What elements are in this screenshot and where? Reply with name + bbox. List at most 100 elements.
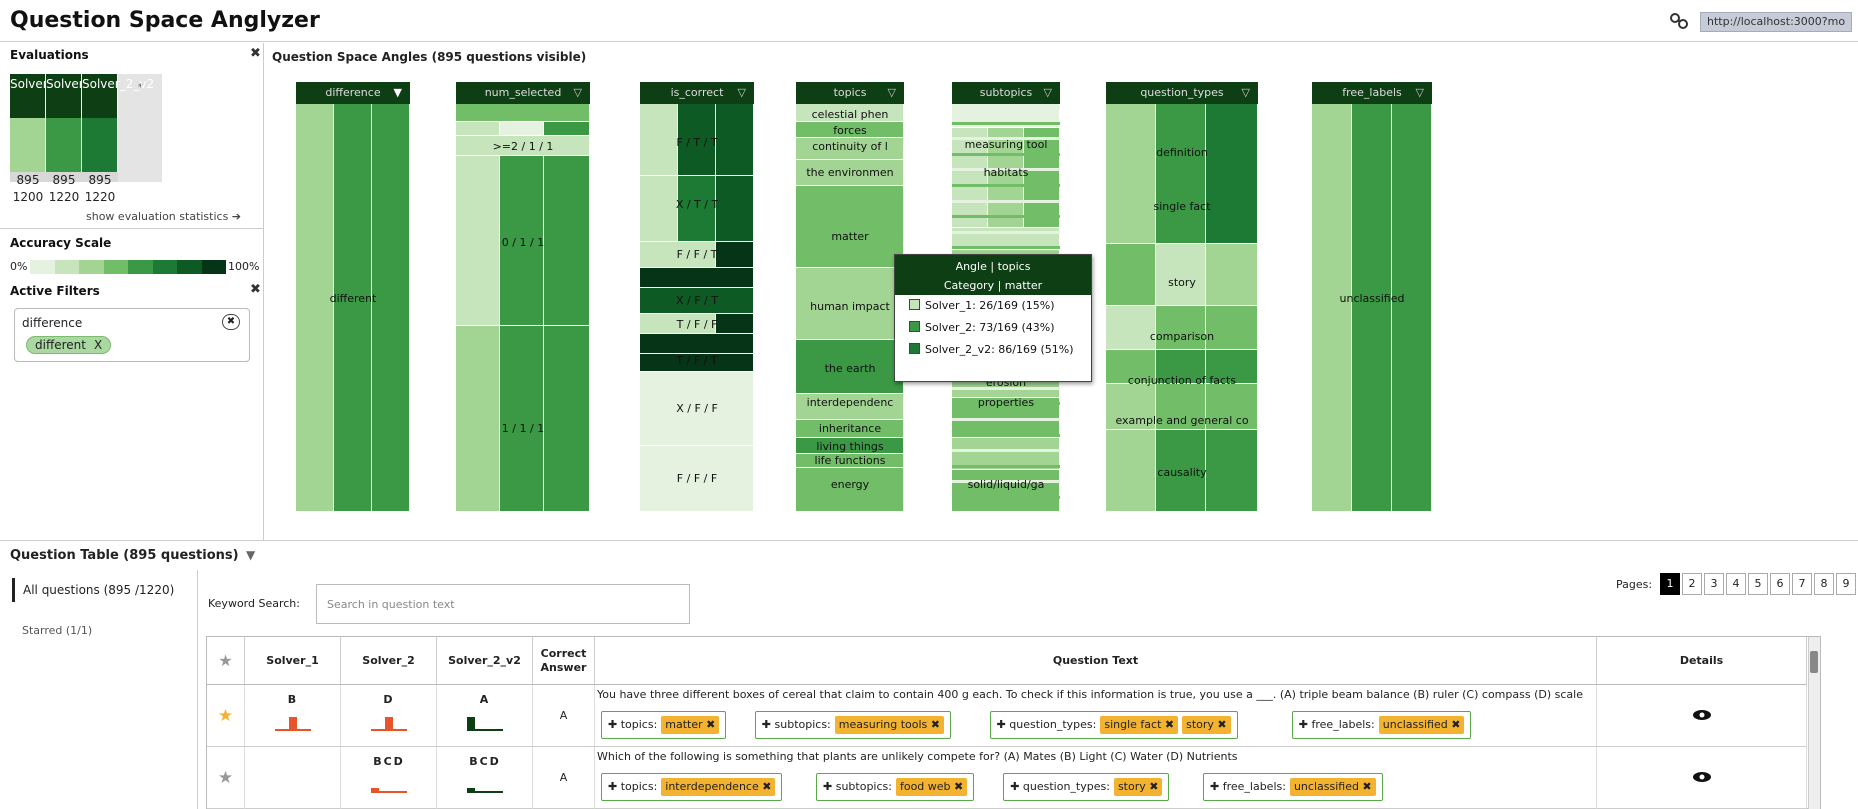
page-button[interactable]: 4 (1726, 573, 1746, 595)
filter-funnel-icon[interactable]: ▼ (394, 82, 402, 104)
filter-funnel-icon[interactable]: ▽ (1416, 82, 1424, 104)
evaluation-column[interactable]: Solver_2 895 1220 (46, 74, 97, 206)
tag-chip[interactable]: story ✖ (1182, 716, 1231, 734)
angle-cell[interactable] (1156, 104, 1206, 244)
angle-cell[interactable] (1156, 306, 1206, 350)
tag-group-add-button[interactable]: ✚ topics: (608, 718, 657, 731)
tag-chip[interactable]: unclassified ✖ (1289, 778, 1376, 796)
correct-answer-column-header[interactable]: Correct Answer (533, 637, 595, 685)
angle-column-header[interactable]: is_correct ▽ (640, 82, 754, 104)
angle-cell[interactable] (1106, 244, 1156, 306)
star-column-header[interactable]: ★ (207, 637, 245, 685)
angle-column[interactable]: num_selected ▽ >=2 / 1 / 1 0 / 1 / 1 1 / 1 /… (456, 82, 590, 512)
solver2v2-column-header[interactable]: Solver_2_v2 (437, 637, 533, 685)
angle-cell[interactable] (372, 104, 410, 512)
angle-column-header[interactable]: free_labels ▽ (1312, 82, 1432, 104)
page-button[interactable]: 8 (1814, 573, 1834, 595)
tag-chip[interactable]: interdependence ✖ (661, 778, 776, 796)
filter-funnel-icon[interactable]: ▽ (574, 82, 582, 104)
eye-icon[interactable] (1692, 768, 1712, 787)
angle-cell[interactable] (500, 326, 544, 512)
filter-funnel-icon[interactable]: ▽ (1044, 82, 1052, 104)
angle-column-header[interactable]: question_types ▽ (1106, 82, 1258, 104)
filter-funnel-icon[interactable]: ▽ (738, 82, 746, 104)
table-scrollbar-thumb[interactable] (1810, 651, 1818, 673)
angle-cell[interactable] (796, 186, 904, 268)
angle-column[interactable]: question_types ▽ definition single fact stor… (1106, 82, 1258, 512)
tag-chip[interactable]: measuring tools ✖ (834, 716, 944, 734)
angle-cell[interactable] (952, 470, 1060, 512)
angle-cell[interactable] (544, 326, 590, 512)
tag-group-add-button[interactable]: ✚ free_labels: (1299, 718, 1375, 731)
solver1-column-header[interactable]: Solver_1 (245, 637, 341, 685)
page-button[interactable]: 3 (1704, 573, 1724, 595)
tag-group: ✚ question_types: single fact ✖ story ✖ (989, 711, 1238, 739)
angle-column-header[interactable]: topics ▽ (796, 82, 904, 104)
angle-column-header[interactable]: num_selected ▽ (456, 82, 590, 104)
evaluations-close-icon[interactable]: ✖ (250, 46, 261, 61)
angle-cell[interactable] (640, 334, 754, 354)
nav-starred[interactable]: Starred (1/1) (22, 624, 92, 637)
page-button[interactable]: 6 (1770, 573, 1790, 595)
page-button[interactable]: 9 (1836, 573, 1856, 595)
tag-group-add-button[interactable]: ✚ topics: (608, 780, 657, 793)
angle-cell[interactable] (1156, 244, 1206, 306)
angle-cell[interactable] (1206, 306, 1258, 350)
angle-cell[interactable] (1106, 306, 1156, 350)
angle-column[interactable]: free_labels ▽ unclassified (1312, 82, 1432, 512)
angle-cell[interactable] (456, 326, 500, 512)
angle-cell[interactable] (334, 104, 372, 512)
angle-cell[interactable] (456, 104, 590, 122)
tag-chip[interactable]: single fact ✖ (1100, 716, 1179, 734)
page-button[interactable]: 7 (1792, 573, 1812, 595)
angle-column[interactable]: topics ▽ celestial phen forces continuity of… (796, 82, 904, 512)
angle-column-header[interactable]: subtopics ▽ (952, 82, 1060, 104)
tag-chip[interactable]: story ✖ (1113, 778, 1163, 796)
show-evaluation-statistics-link[interactable]: show evaluation statistics ➔ (86, 210, 241, 223)
angle-cell[interactable] (1206, 104, 1258, 244)
angle-column[interactable]: difference ▼ different (296, 82, 410, 512)
angle-cell[interactable] (456, 122, 500, 136)
evaluation-column[interactable]: Solver_1 895 1200 (10, 74, 61, 206)
nav-all-questions[interactable]: All questions (895 /1220) (12, 578, 174, 602)
keyword-search-input[interactable] (316, 584, 690, 624)
filter-value-remove-icon[interactable]: X (94, 338, 102, 352)
tag-group-add-button[interactable]: ✚ question_types: (997, 718, 1097, 731)
link-icon[interactable] (1668, 10, 1690, 32)
eye-icon[interactable] (1692, 706, 1712, 725)
active-filters-close-icon[interactable]: ✖ (250, 282, 261, 297)
angle-cell[interactable] (1392, 104, 1432, 512)
collapse-icon[interactable]: ▼ (246, 548, 255, 562)
filter-value-tag[interactable]: different X (26, 336, 112, 354)
url-field[interactable]: http://localhost:3000?mo (1700, 12, 1852, 32)
angle-cell[interactable] (1206, 244, 1258, 306)
angle-column[interactable]: is_correct ▽ F / T / T X / T / T F / F / T X … (640, 82, 754, 512)
solver2-column-header[interactable]: Solver_2 (341, 637, 437, 685)
filter-funnel-icon[interactable]: ▽ (1242, 82, 1250, 104)
remove-filter-icon[interactable]: ✖ (222, 314, 240, 330)
star-icon[interactable]: ★ (207, 685, 245, 747)
tag-group-add-button[interactable]: ✚ subtopics: (762, 718, 831, 731)
star-icon[interactable]: ★ (207, 747, 245, 809)
angle-cell[interactable] (1352, 104, 1392, 512)
tag-group: ✚ topics: matter ✖ (601, 711, 727, 739)
angle-cell[interactable] (1106, 104, 1156, 244)
evaluation-column[interactable]: Solver_2_v2 895 1220 (82, 74, 154, 206)
angle-cell[interactable] (640, 268, 754, 288)
page-button[interactable]: 1 (1660, 573, 1680, 595)
tag-chip[interactable]: unclassified ✖ (1378, 716, 1465, 734)
filter-funnel-icon[interactable]: ▽ (888, 82, 896, 104)
tag-group-add-button[interactable]: ✚ free_labels: (1210, 780, 1286, 793)
angle-column-header[interactable]: difference ▼ (296, 82, 410, 104)
tag-chip[interactable]: matter ✖ (661, 716, 720, 734)
page-button[interactable]: 5 (1748, 573, 1768, 595)
page-button[interactable]: 2 (1682, 573, 1702, 595)
angle-cell[interactable] (500, 122, 544, 136)
tag-group-add-button[interactable]: ✚ question_types: (1010, 780, 1110, 793)
tag-chip[interactable]: food web ✖ (895, 778, 968, 796)
question-text-column-header[interactable]: Question Text (595, 637, 1597, 685)
angle-cell[interactable] (296, 104, 334, 512)
angle-cell[interactable] (544, 122, 590, 136)
angle-cell[interactable] (1312, 104, 1352, 512)
tag-group-add-button[interactable]: ✚ subtopics: (823, 780, 892, 793)
